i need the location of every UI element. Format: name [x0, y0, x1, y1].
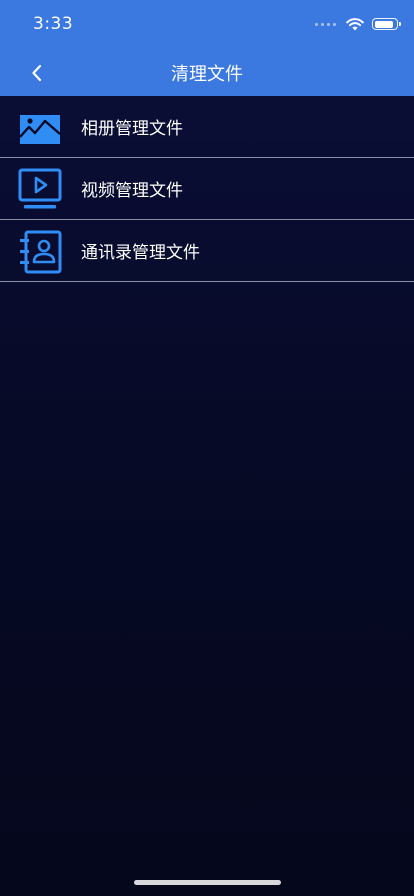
contact-book-icon — [20, 230, 62, 274]
home-indicator[interactable] — [134, 880, 281, 885]
video-player-icon — [18, 168, 62, 209]
photo-album-icon — [19, 115, 61, 144]
page-title: 清理文件 — [171, 64, 243, 85]
battery-fill — [374, 20, 394, 28]
list-item-label: 视频管理文件 — [81, 181, 183, 201]
top-bar: 3:33 清理文件 — [0, 0, 414, 96]
file-category-list: 相册管理文件 视频管理文件 通讯录管理文件 — [0, 96, 414, 282]
list-item-label: 通讯录管理文件 — [81, 243, 200, 263]
status-icons — [315, 16, 401, 32]
cellular-signal-icon — [315, 22, 336, 26]
status-time: 3:33 — [33, 14, 74, 34]
battery-icon — [372, 18, 401, 30]
list-item-contacts[interactable]: 通讯录管理文件 — [0, 220, 414, 282]
status-bar: 3:33 — [0, 0, 414, 46]
list-item-video[interactable]: 视频管理文件 — [0, 158, 414, 220]
wifi-icon — [346, 17, 364, 30]
list-item-album[interactable]: 相册管理文件 — [0, 96, 414, 158]
list-item-label: 相册管理文件 — [81, 119, 183, 139]
